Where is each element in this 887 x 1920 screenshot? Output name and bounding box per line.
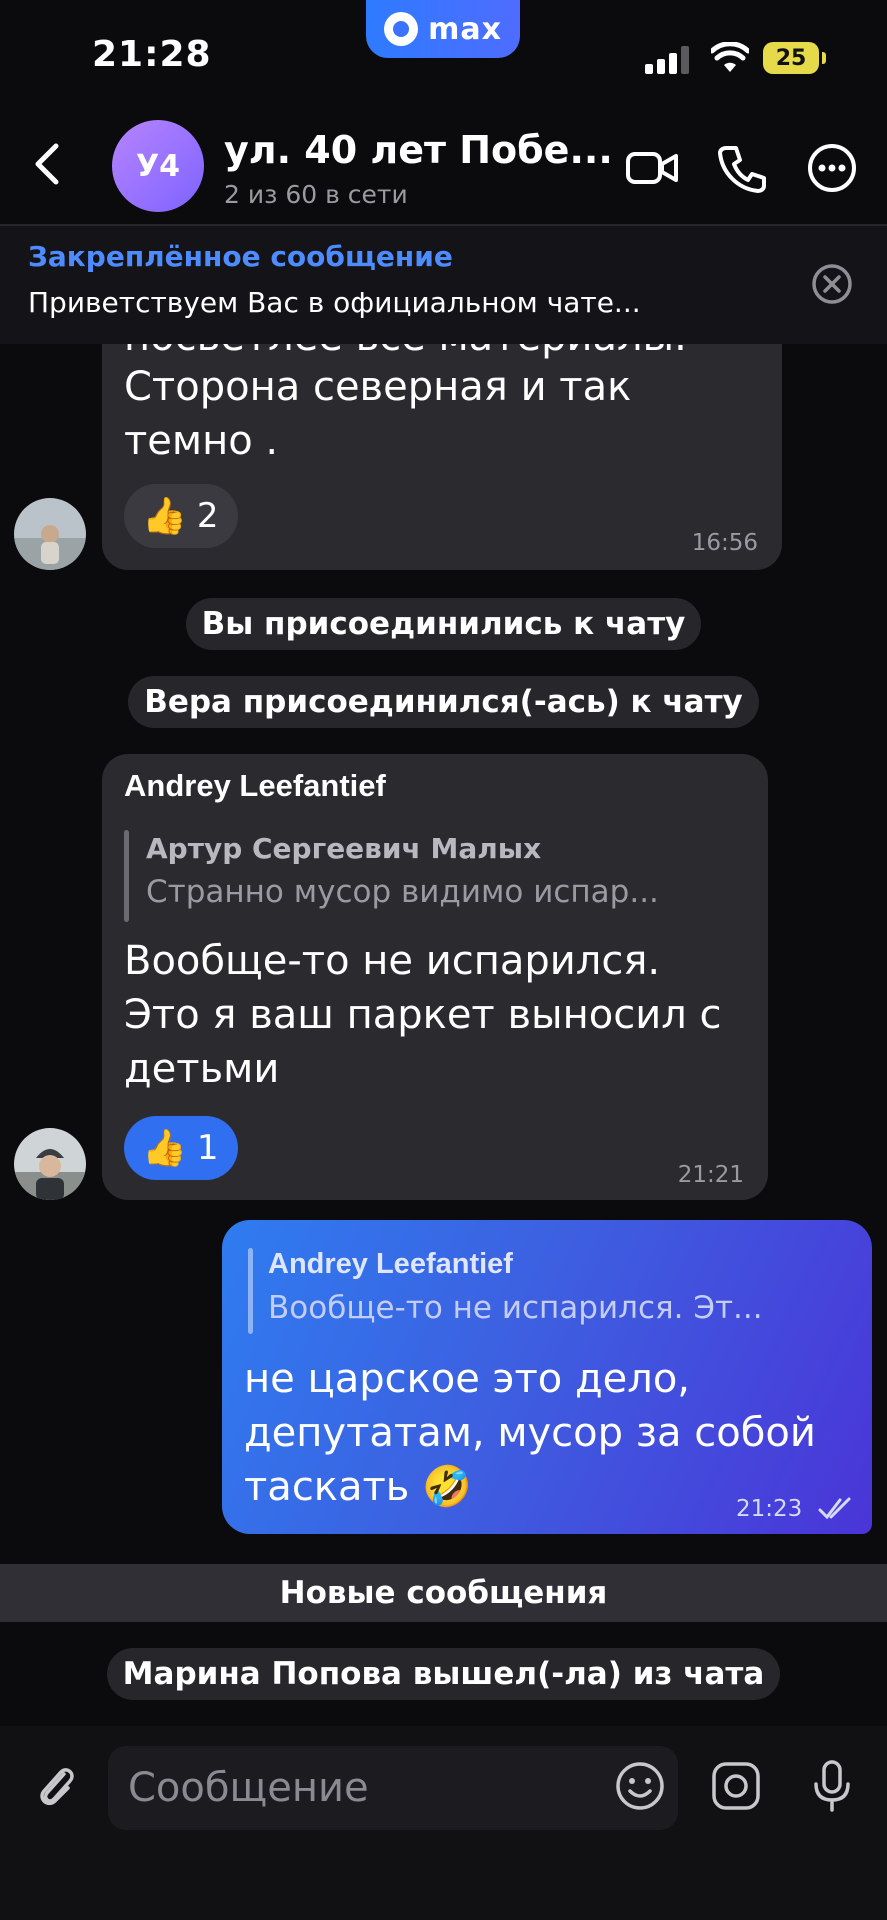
reply-bar [248,1248,253,1334]
emoji-icon[interactable] [612,1758,668,1814]
message-time: 21:23 [736,1496,803,1522]
pinned-label: Закреплённое сообщение [28,240,453,273]
system-message: Вера присоединился(-ась) к чату [128,676,759,728]
reaction-count: 2 [196,496,219,536]
signal-icon [645,46,691,74]
max-app-badge[interactable]: max [366,0,520,58]
reply-author: Andrey Leefantief [268,1248,513,1280]
online-count: 2 из 60 в сети [224,180,408,209]
message-text-line: таскать 🤣 [244,1464,472,1510]
thumbs-up-icon: 👍 [142,496,187,537]
reaction-count: 1 [196,1128,219,1168]
sender-name: Andrey Leefantief [124,768,386,803]
message-text-line: депутатам, мусор за собой [244,1410,816,1456]
reply-bar [124,830,129,922]
outgoing-message-bubble[interactable]: Andrey Leefantief Вообще-то не испарился… [222,1220,872,1534]
attach-icon[interactable] [28,1758,84,1814]
message-bubble[interactable]: Andrey Leefantief Артур Сергеевич Малых … [102,754,768,1200]
battery-tip [822,52,826,64]
message-text-line: детьми [124,1046,280,1092]
message-time: 16:56 [691,530,758,556]
reaction-chip[interactable]: 👍 1 [124,1116,239,1180]
message-text-line: Сторона северная и так [124,364,632,410]
new-messages-divider: Новые сообщения [0,1564,887,1622]
video-call-icon[interactable] [624,140,680,196]
thumbs-up-icon: 👍 [142,1128,187,1169]
message-text-line: не царское это дело, [244,1356,691,1402]
system-message: Марина Попова вышел(-ла) из чата [106,1648,781,1700]
reply-text: Вообще-то не испарился. Эт... [268,1290,763,1326]
message-text-line: Это я ваш паркет выносил с [124,992,722,1038]
avatar[interactable] [14,498,86,570]
double-check-icon [818,1497,851,1520]
message-text-line: темно . [124,418,279,464]
close-icon[interactable] [810,262,854,306]
status-time: 21:28 [92,34,212,75]
back-icon[interactable] [28,140,68,188]
chat-title[interactable]: ул. 40 лет Побе... [224,128,613,172]
message-input[interactable] [108,1746,678,1830]
microphone-icon[interactable] [804,1758,860,1814]
battery-indicator: 25 [763,42,819,74]
reaction-chip[interactable]: 👍 2 [124,484,239,548]
wifi-icon [711,42,749,72]
reply-text: Странно мусор видимо испар... [146,874,659,910]
message-text-line: Вообще-то не испарился. [124,938,661,984]
reply-author: Артур Сергеевич Малых [146,832,542,865]
max-badge-label: max [428,11,502,47]
group-avatar[interactable]: У4 [112,120,204,212]
message-time: 21:21 [677,1162,744,1188]
more-icon[interactable] [804,140,860,196]
avatar[interactable] [14,1128,86,1200]
system-message: Вы присоединились к чату [185,598,702,650]
max-logo-icon [384,12,419,46]
phone-icon[interactable] [714,140,770,196]
pinned-text[interactable]: Приветствуем Вас в официальном чате... [28,286,641,319]
camera-icon[interactable] [708,1758,764,1814]
